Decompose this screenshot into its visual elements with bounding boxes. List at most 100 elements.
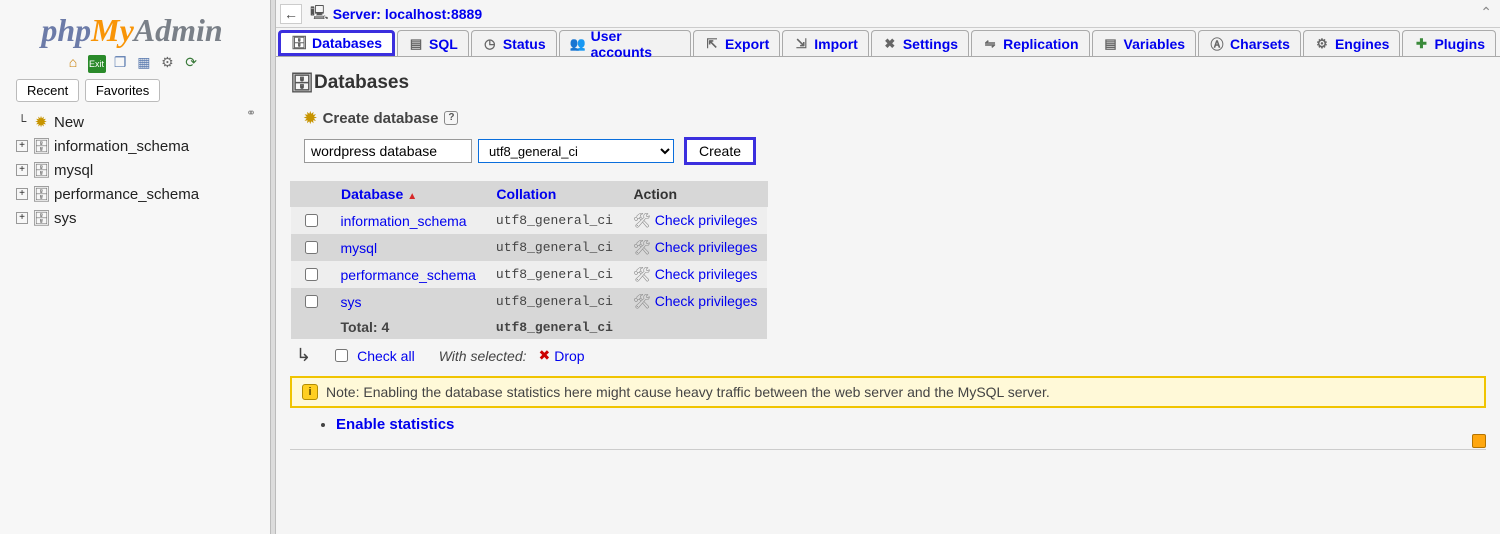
col-database[interactable]: Database▲	[331, 182, 486, 207]
create-button[interactable]: Create	[684, 137, 756, 165]
tab-charsets[interactable]: Ⓐ Charsets	[1198, 30, 1301, 56]
page-title: 🗄 Databases	[290, 71, 1486, 95]
tab-export[interactable]: ⇱Export	[693, 30, 780, 56]
favorites-tab[interactable]: Favorites	[85, 79, 160, 102]
breadcrumb: ← 🖳 Server: localhost:8889 ⌃	[276, 0, 1500, 28]
reload-icon[interactable]: ⟳	[182, 53, 200, 71]
row-checkbox[interactable]	[305, 295, 318, 308]
console-icon[interactable]	[1472, 434, 1486, 448]
col-collation[interactable]: Collation	[486, 182, 623, 207]
home-icon[interactable]: ⌂	[64, 53, 82, 71]
database-icon: 🗄	[32, 161, 50, 179]
tree-item-label: performance_schema	[54, 186, 199, 203]
db-collation: utf8_general_ci	[486, 207, 623, 235]
charsets-icon: Ⓐ	[1209, 36, 1225, 52]
database-icon: 🗄	[290, 71, 308, 95]
tree-db-mysql[interactable]: +🗄mysql	[16, 158, 264, 182]
privileges-icon: 🛠	[633, 293, 651, 309]
expand-icon[interactable]: +	[16, 164, 28, 176]
arrow-up-icon: ↳	[296, 345, 311, 366]
docs-icon[interactable]: ❐	[111, 53, 129, 71]
exit-icon[interactable]: Exit	[88, 55, 106, 73]
tab-plugins[interactable]: ✚Plugins	[1402, 30, 1496, 56]
sort-asc-icon: ▲	[407, 191, 417, 202]
total-collation: utf8_general_ci	[486, 315, 623, 339]
tab-label: Charsets	[1230, 36, 1290, 52]
tab-label: Variables	[1124, 36, 1186, 52]
tab-settings[interactable]: ✖Settings	[871, 30, 969, 56]
collation-select[interactable]: utf8_general_ci	[478, 139, 674, 163]
db-link[interactable]: sys	[341, 294, 362, 310]
tab-label: Export	[725, 36, 769, 52]
expand-icon[interactable]: +	[16, 212, 28, 224]
privileges-icon: 🛠	[633, 239, 651, 255]
users-icon: 👥	[570, 36, 586, 52]
tab-users[interactable]: 👥User accounts	[559, 30, 691, 56]
row-checkbox[interactable]	[305, 241, 318, 254]
expand-icon[interactable]: +	[16, 140, 28, 152]
check-all-checkbox[interactable]	[335, 349, 348, 362]
database-icon: 🗄	[32, 209, 50, 227]
tab-databases[interactable]: 🗄Databases	[278, 30, 395, 56]
tab-sql[interactable]: ▤SQL	[397, 30, 469, 56]
expand-icon[interactable]: +	[16, 188, 28, 200]
check-privileges-link[interactable]: Check privileges	[655, 212, 758, 228]
status-icon: ◷	[482, 36, 498, 52]
replication-icon: ⇋	[982, 36, 998, 52]
with-selected-label: With selected:	[439, 348, 527, 364]
sql-icon[interactable]: ▦	[135, 53, 153, 71]
navigation-panel: phpMyAdmin ⌂ Exit ❐ ▦ ⚙ ⟳ Recent Favorit…	[0, 0, 270, 534]
settings-icon: ✖	[882, 36, 898, 52]
enable-statistics-link[interactable]: Enable statistics	[336, 416, 454, 433]
row-checkbox[interactable]	[305, 268, 318, 281]
table-row: information_schema utf8_general_ci 🛠Check …	[291, 207, 768, 235]
dbname-input[interactable]	[304, 139, 472, 163]
tab-status[interactable]: ◷Status	[471, 30, 557, 56]
check-privileges-link[interactable]: Check privileges	[655, 293, 758, 309]
db-link[interactable]: information_schema	[341, 213, 467, 229]
check-privileges-link[interactable]: Check privileges	[655, 266, 758, 282]
tree-item-label: sys	[54, 210, 77, 227]
new-icon: ✹	[32, 113, 50, 131]
table-row: performance_schemautf8_general_ci🛠Check …	[291, 261, 768, 288]
total-label: Total: 4	[331, 315, 486, 339]
drop-icon: ✖	[539, 347, 551, 364]
top-tabs: 🗄Databases▤SQL◷Status👥User accounts⇱Expo…	[276, 28, 1500, 57]
db-link[interactable]: performance_schema	[341, 267, 476, 283]
databases-icon: 🗄	[291, 35, 307, 51]
db-link[interactable]: mysql	[341, 240, 378, 256]
database-icon: 🗄	[32, 137, 50, 155]
tab-label: Import	[814, 36, 858, 52]
tab-replication[interactable]: ⇋Replication	[971, 30, 1089, 56]
tab-label: SQL	[429, 36, 458, 52]
help-icon[interactable]: ?	[444, 111, 458, 125]
tree-db-performance_schema[interactable]: +🗄performance_schema	[16, 182, 264, 206]
collapse-icon[interactable]: ⌃	[1480, 4, 1492, 21]
server-link[interactable]: Server: localhost:8889	[333, 6, 482, 22]
tree-db-sys[interactable]: + 🗄sys	[16, 206, 264, 230]
check-all-link[interactable]: Check all	[357, 348, 415, 364]
link-icon[interactable]: ⚭	[246, 106, 256, 120]
check-privileges-link[interactable]: Check privileges	[655, 239, 758, 255]
settings-icon[interactable]: ⚙	[158, 53, 176, 71]
col-action: Action	[623, 182, 768, 207]
privileges-icon: 🛠	[633, 266, 651, 282]
separator	[290, 449, 1486, 450]
row-checkbox[interactable]	[305, 214, 318, 227]
db-collation: utf8_general_ci	[486, 234, 623, 261]
tab-engines[interactable]: ⚙Engines	[1303, 30, 1400, 56]
privileges-icon: 🛠	[633, 212, 651, 228]
back-button[interactable]: ←	[280, 4, 302, 24]
tab-import[interactable]: ⇲ Import	[782, 30, 869, 56]
tree-db-information_schema[interactable]: +🗄information_schema	[16, 134, 264, 158]
import-icon: ⇲	[793, 36, 809, 52]
logo: phpMyAdmin	[0, 6, 264, 49]
tree-new[interactable]: └✹New	[16, 110, 264, 134]
recent-tab[interactable]: Recent	[16, 79, 79, 102]
engines-icon: ⚙	[1314, 36, 1330, 52]
note-box: i Note: Enabling the database statistics…	[290, 376, 1486, 408]
tab-label: User accounts	[591, 28, 680, 60]
create-database-heading: ✹ Create database ?	[304, 109, 1486, 127]
tab-variables[interactable]: ▤Variables	[1092, 30, 1197, 56]
drop-link[interactable]: Drop	[554, 348, 584, 364]
